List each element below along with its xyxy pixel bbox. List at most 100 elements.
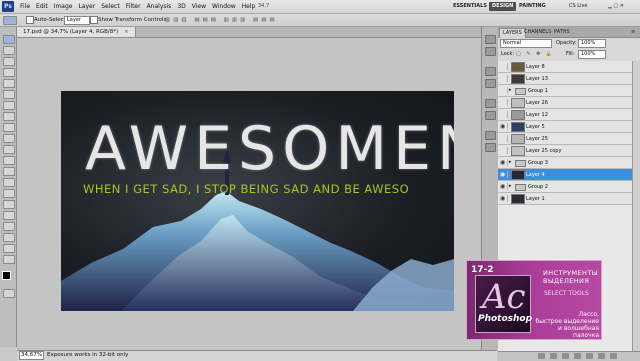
expand-triangle-icon[interactable]: ▸	[509, 87, 512, 93]
eraser-tool-button[interactable]	[3, 145, 15, 154]
layer-row[interactable]: Layer 26	[498, 97, 632, 109]
eye-icon[interactable]	[500, 135, 508, 142]
expand-triangle-icon[interactable]: ▸	[509, 159, 512, 165]
eye-icon[interactable]	[500, 75, 508, 82]
menu-filter[interactable]: Filter	[126, 3, 141, 10]
layer-row[interactable]: Layer 13	[498, 73, 632, 85]
menu-image[interactable]: Image	[54, 3, 73, 10]
type-tool-button[interactable]	[3, 200, 15, 209]
layer-row[interactable]: ◉ Layer 5	[498, 121, 632, 133]
opacity-field[interactable]: 100%	[578, 39, 606, 48]
link-layers-icon[interactable]	[538, 353, 545, 359]
menu-window[interactable]: Window	[212, 3, 236, 10]
tab-channels[interactable]: CHANNELS	[521, 28, 554, 37]
layer-row[interactable]: Layer 25	[498, 133, 632, 145]
dodge-tool-button[interactable]	[3, 178, 15, 187]
canvas-area[interactable]: AWESOMENE WHEN I GET SAD, I STOP BEING S…	[17, 38, 490, 350]
healing-tool-button[interactable]	[3, 101, 15, 110]
eye-icon[interactable]	[500, 63, 508, 70]
path-select-tool-button[interactable]	[3, 211, 15, 220]
document-artwork[interactable]: AWESOMENE WHEN I GET SAD, I STOP BEING S…	[61, 91, 454, 311]
gradient-tool-button[interactable]	[3, 156, 15, 165]
trash-icon[interactable]	[610, 353, 617, 359]
move-tool-icon[interactable]	[3, 16, 17, 25]
lasso-tool-button[interactable]	[3, 57, 15, 66]
brush-tool-button[interactable]	[3, 112, 15, 121]
eye-icon[interactable]	[500, 87, 508, 94]
layer-row[interactable]: ◉ Layer 1	[498, 193, 632, 205]
layer-list-scrollbar[interactable]	[632, 61, 640, 351]
masks-panel-icon[interactable]	[485, 111, 496, 120]
new-group-icon[interactable]	[586, 353, 593, 359]
marquee-tool-button[interactable]	[3, 46, 15, 55]
zoom-tool-button[interactable]	[3, 255, 15, 264]
adjustments-panel-icon[interactable]	[485, 99, 496, 108]
eye-icon[interactable]: ◉	[500, 171, 508, 178]
align-buttons[interactable]: ▥▥▥ ▤▤▤ ▥▥▥ ▤▤▤	[165, 17, 278, 23]
eye-icon[interactable]	[500, 111, 508, 118]
adjustment-layer-icon[interactable]	[574, 353, 581, 359]
close-icon[interactable]: ×	[124, 29, 129, 35]
expand-triangle-icon[interactable]: ▸	[509, 183, 512, 189]
paragraph-panel-icon[interactable]	[485, 143, 496, 152]
layer-row[interactable]: ◉ Layer 4	[498, 169, 632, 181]
foreground-color-swatch[interactable]	[2, 271, 11, 280]
zoom-level-readout[interactable]: 34,7	[258, 3, 269, 9]
blend-mode-dropdown[interactable]: Normal	[500, 39, 552, 48]
window-controls[interactable]: ▁ ▢ ✕	[605, 2, 627, 11]
swatches-panel-icon[interactable]	[485, 67, 496, 76]
status-zoom-field[interactable]: 34,67%	[19, 351, 44, 360]
move-tool-button[interactable]	[3, 35, 15, 44]
menu-3d[interactable]: 3D	[177, 3, 185, 10]
eye-icon[interactable]	[500, 147, 508, 154]
eyedropper-tool-button[interactable]	[3, 90, 15, 99]
pen-tool-button[interactable]	[3, 189, 15, 198]
styles-panel-icon[interactable]	[485, 79, 496, 88]
lock-buttons[interactable]: ▢ ✎ ✥ 🔒	[516, 51, 554, 57]
fill-field[interactable]: 100%	[578, 50, 606, 59]
quick-mask-button[interactable]	[3, 289, 15, 298]
menu-help[interactable]: Help	[242, 3, 256, 10]
workspace-painting[interactable]: PAINTING	[516, 2, 549, 11]
blur-tool-button[interactable]	[3, 167, 15, 176]
character-panel-icon[interactable]	[485, 131, 496, 140]
show-transform-checkbox[interactable]	[90, 16, 98, 24]
3d-rotate-tool-button[interactable]	[3, 233, 15, 242]
menu-select[interactable]: Select	[101, 3, 120, 10]
layer-group-row[interactable]: ▸ Group 1	[498, 85, 632, 97]
eye-icon[interactable]: ◉	[500, 183, 508, 190]
actions-panel-icon[interactable]	[485, 47, 496, 56]
workspace-essentials[interactable]: ESSENTIALS	[450, 2, 490, 11]
layer-row[interactable]: Layer 12	[498, 109, 632, 121]
cs-live-button[interactable]: CS Live	[566, 2, 590, 11]
layer-group-row[interactable]: ◉ ▸ Group 3	[498, 157, 632, 169]
history-panel-icon[interactable]	[485, 35, 496, 44]
history-brush-tool-button[interactable]	[3, 134, 15, 143]
clone-stamp-tool-button[interactable]	[3, 123, 15, 132]
layer-group-row[interactable]: ◉ ▸ Group 2	[498, 181, 632, 193]
menu-view[interactable]: View	[192, 3, 206, 10]
document-tab[interactable]: 17.psd @ 34,7% (Layer 4, RGB/8*) ×	[17, 27, 136, 37]
status-message[interactable]: Exposure works in 32-bit only	[47, 351, 128, 360]
add-mask-icon[interactable]	[562, 353, 569, 359]
menu-edit[interactable]: Edit	[36, 3, 48, 10]
eye-icon[interactable]	[500, 99, 508, 106]
panel-menu-icon[interactable]: ≡	[628, 28, 638, 37]
layer-row[interactable]: Layer 8	[498, 61, 632, 73]
layer-row[interactable]: Layer 25 copy	[498, 145, 632, 157]
shape-tool-button[interactable]	[3, 222, 15, 231]
menu-analysis[interactable]: Analysis	[147, 3, 172, 10]
crop-tool-button[interactable]	[3, 79, 15, 88]
hand-tool-button[interactable]	[3, 244, 15, 253]
auto-select-dropdown[interactable]: Layer	[64, 16, 90, 25]
menu-file[interactable]: File	[20, 3, 30, 10]
eye-icon[interactable]: ◉	[500, 159, 508, 166]
new-layer-icon[interactable]	[598, 353, 605, 359]
eye-icon[interactable]: ◉	[500, 123, 508, 130]
auto-select-checkbox[interactable]	[26, 16, 34, 24]
workspace-design[interactable]: DESIGN	[489, 2, 517, 11]
menu-layer[interactable]: Layer	[78, 3, 95, 10]
layer-style-icon[interactable]	[550, 353, 557, 359]
tab-paths[interactable]: PATHS	[551, 28, 573, 37]
quick-select-tool-button[interactable]	[3, 68, 15, 77]
